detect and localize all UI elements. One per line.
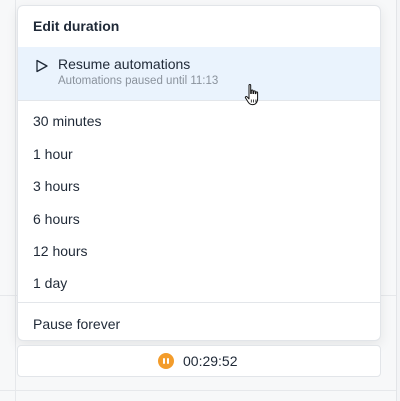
hand-pointer-cursor-icon — [244, 83, 259, 106]
pause-timer-button[interactable]: 00:29:52 — [17, 345, 381, 377]
background-divider — [15, 0, 16, 401]
option-1-day[interactable]: 1 day — [33, 275, 67, 291]
play-icon — [36, 59, 48, 73]
option-30-minutes[interactable]: 30 minutes — [33, 113, 101, 129]
timer-countdown: 00:29:52 — [183, 353, 238, 369]
option-3-hours[interactable]: 3 hours — [33, 178, 80, 194]
option-12-hours[interactable]: 12 hours — [33, 243, 87, 259]
edit-duration-menu: Edit duration Resume automations Automat… — [17, 5, 381, 341]
pause-icon — [158, 353, 174, 369]
resume-automations-item[interactable]: Resume automations Automations paused un… — [18, 47, 380, 100]
option-6-hours[interactable]: 6 hours — [33, 211, 80, 227]
option-pause-forever[interactable]: Pause forever — [33, 316, 120, 332]
background-divider — [0, 390, 396, 391]
menu-title: Edit duration — [33, 18, 120, 34]
paused-until-text: Automations paused until 11:13 — [58, 75, 219, 87]
option-1-hour[interactable]: 1 hour — [33, 146, 73, 162]
menu-divider — [18, 100, 380, 101]
resume-automations-label: Resume automations — [58, 56, 191, 72]
menu-divider — [18, 302, 380, 303]
